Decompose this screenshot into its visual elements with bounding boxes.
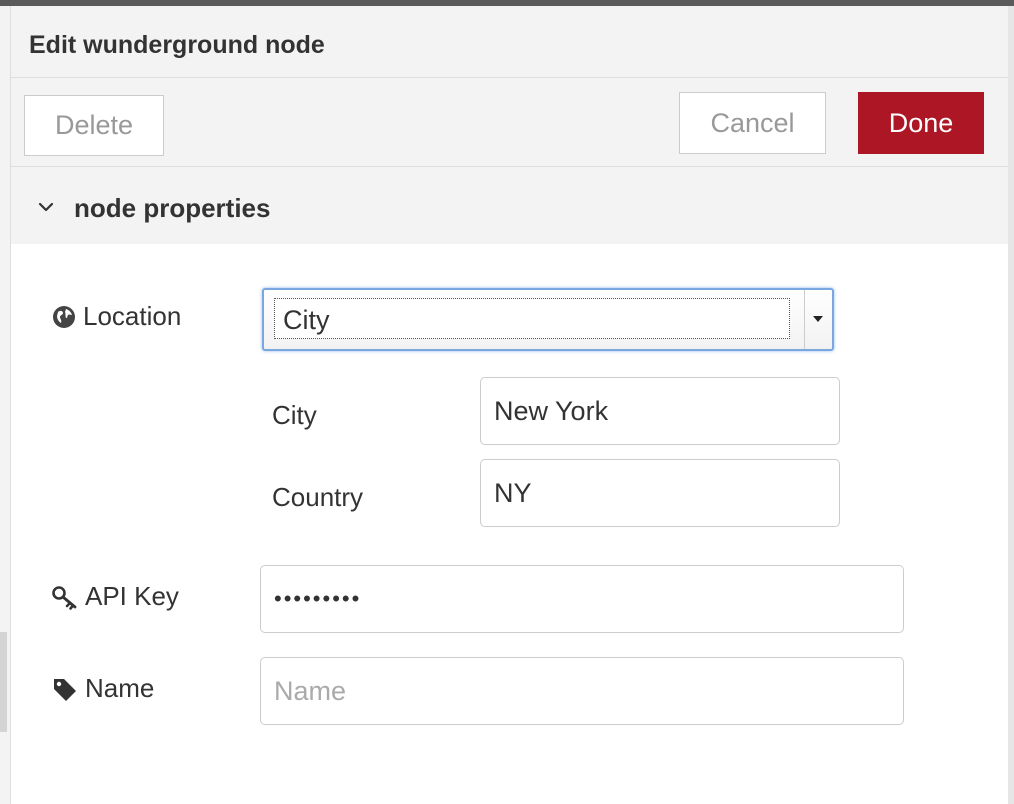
country-input[interactable]: NY: [480, 459, 840, 527]
country-label: Country: [272, 482, 364, 512]
tray-title: Edit wunderground node: [29, 31, 325, 59]
location-select-value: City: [283, 305, 330, 335]
name-label: Name: [85, 673, 155, 703]
apikey-input[interactable]: •••••••••: [260, 565, 904, 633]
city-input[interactable]: New York: [480, 377, 840, 445]
cancel-button[interactable]: Cancel: [679, 92, 826, 154]
caret-down-icon: [813, 316, 823, 322]
globe-icon: [53, 305, 75, 328]
location-label: Location: [83, 301, 182, 331]
tray-header: Edit wunderground node: [11, 6, 1008, 78]
name-label-row: Name: [51, 673, 154, 704]
apikey-label-row: API Key: [51, 581, 179, 612]
apikey-label: API Key: [85, 581, 179, 611]
section-title: node properties: [74, 193, 271, 223]
tray-toolbar: Delete Cancel Done: [11, 78, 1008, 167]
resize-handle[interactable]: [0, 632, 7, 732]
location-select-focus: City: [274, 298, 790, 339]
key-icon: [52, 585, 77, 610]
node-properties-header[interactable]: node properties: [11, 167, 1008, 244]
tag-icon: [54, 678, 76, 701]
location-label-row: Location: [51, 301, 181, 332]
city-label: City: [272, 400, 317, 430]
chevron-down-icon: [38, 202, 54, 212]
right-edge: [1008, 6, 1014, 804]
name-input[interactable]: Name: [260, 657, 904, 725]
select-dropdown-toggle[interactable]: [804, 290, 833, 349]
location-select[interactable]: City: [262, 288, 834, 351]
delete-button[interactable]: Delete: [24, 95, 164, 156]
done-button[interactable]: Done: [858, 92, 984, 154]
